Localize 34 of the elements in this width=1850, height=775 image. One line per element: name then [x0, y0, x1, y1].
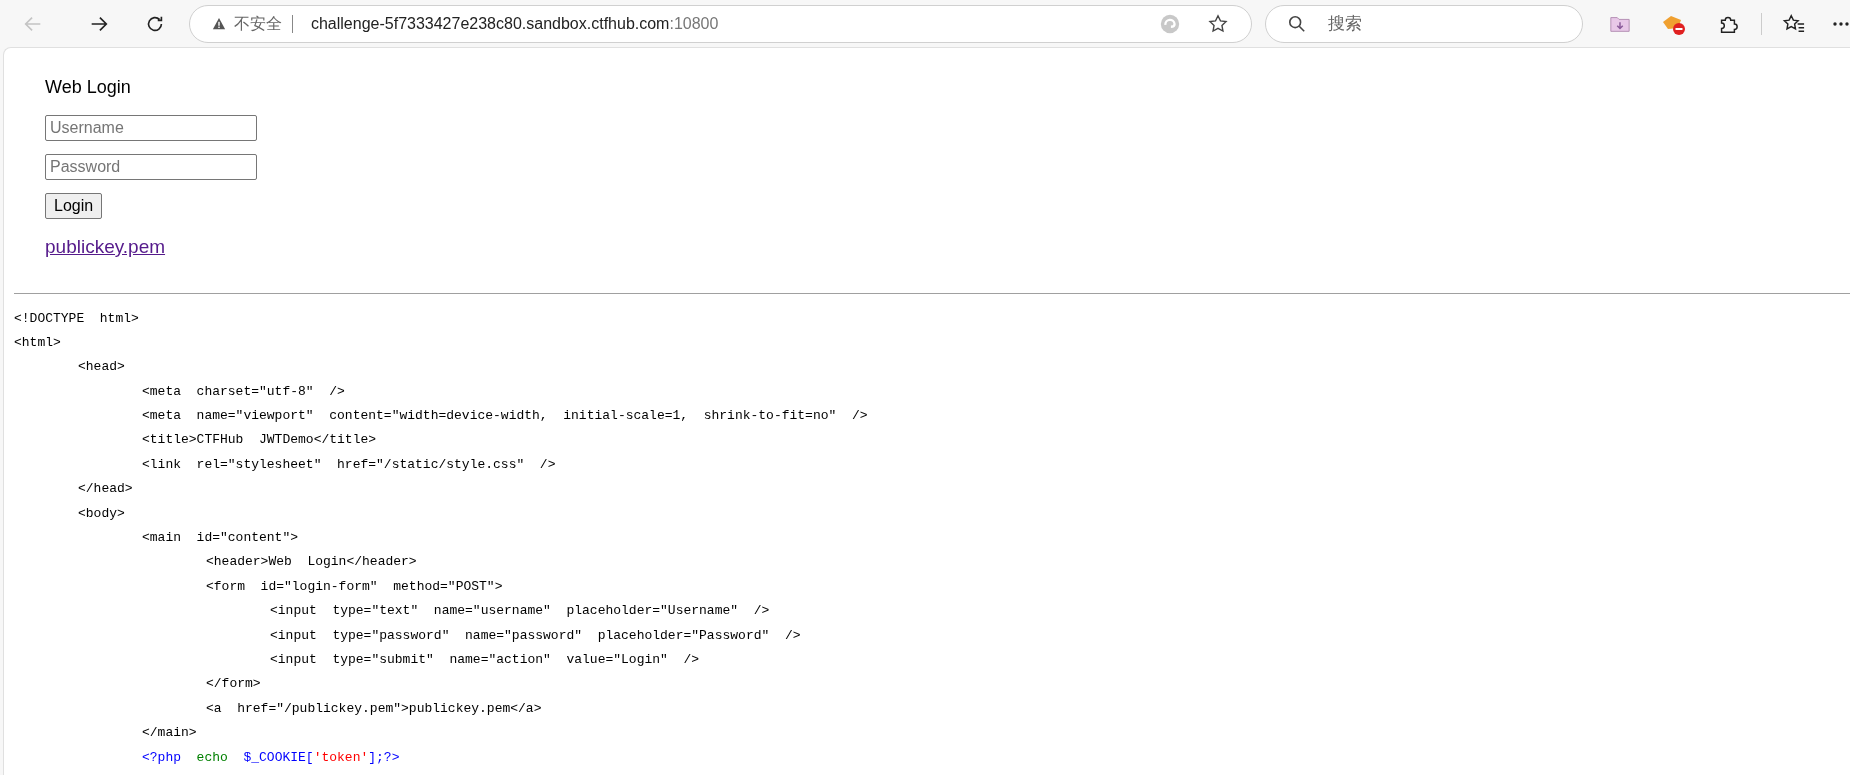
address-bar[interactable]: 不安全 challenge-5f7333427e238c80.sandbox.ctfhub.com:10800: [188, 4, 1253, 43]
code-line: <meta name="viewport" content="width=device-width, initial-scale=1, shrink-to-fit=no" />: [142, 407, 868, 426]
login-header: Web Login: [45, 76, 131, 99]
star-icon[interactable]: [1207, 12, 1230, 35]
publickey-link[interactable]: publickey.pem: [45, 233, 166, 262]
search-icon: [1288, 14, 1307, 33]
code-line: <head>: [78, 358, 125, 377]
favorites-icon[interactable]: [1782, 12, 1807, 35]
security-label: 不安全: [233, 13, 282, 34]
username-field[interactable]: Username: [45, 115, 257, 141]
code-line: <?php echo $_COOKIE['token'];?>: [142, 748, 400, 767]
code-line: <title>CTFHub JWTDemo</title>: [142, 431, 377, 450]
code-line: <input type="submit" name="action" value="Login" />: [270, 650, 700, 669]
separator-icon: [291, 14, 293, 33]
code-line: <form id="login-form" method="POST">: [206, 577, 503, 596]
url-text: challenge-5f7333427e238c80.sandbox.ctfhub.com:10800: [310, 13, 719, 34]
code-line: <meta charset="utf-8" />: [142, 382, 345, 401]
code-line: <body>: [78, 504, 125, 523]
code-line: </form>: [206, 675, 261, 694]
code-line: <input type="text" name="username" placeholder="Username" />: [270, 602, 770, 621]
login-button[interactable]: Login: [45, 193, 103, 219]
code-line: <input type="password" name="password" placeholder="Password" />: [270, 626, 801, 645]
code-line: <!DOCTYPE html>: [14, 309, 139, 328]
more-icon[interactable]: [1832, 20, 1850, 27]
search-field[interactable]: 搜索: [1265, 4, 1584, 43]
code-line: <a href="/publickey.pem">publickey.pem</a>: [206, 699, 542, 718]
code-line: </head>: [78, 480, 133, 499]
code-line: <link rel="stylesheet" href="/static/style.css" />: [142, 455, 556, 474]
code-line: <main id="content">: [142, 529, 299, 547]
password-field[interactable]: Password: [45, 154, 257, 180]
code-line: </main>: [142, 724, 197, 743]
warning-icon: [211, 16, 226, 31]
code-line: <html>: [14, 333, 61, 352]
code-line: <header>Web Login</header>: [206, 553, 417, 572]
